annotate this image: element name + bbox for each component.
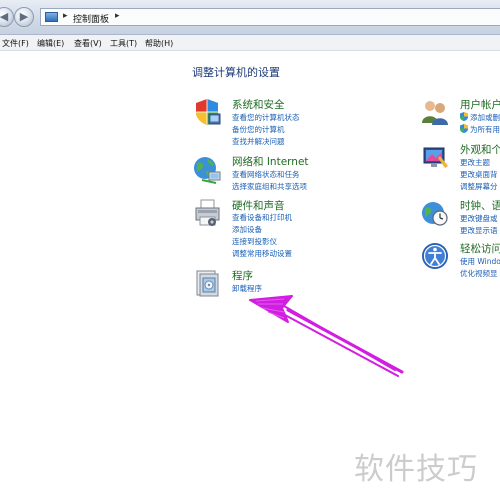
watermark-text: 软件技巧 — [354, 452, 478, 487]
annotation-arrow-icon — [249, 295, 404, 377]
